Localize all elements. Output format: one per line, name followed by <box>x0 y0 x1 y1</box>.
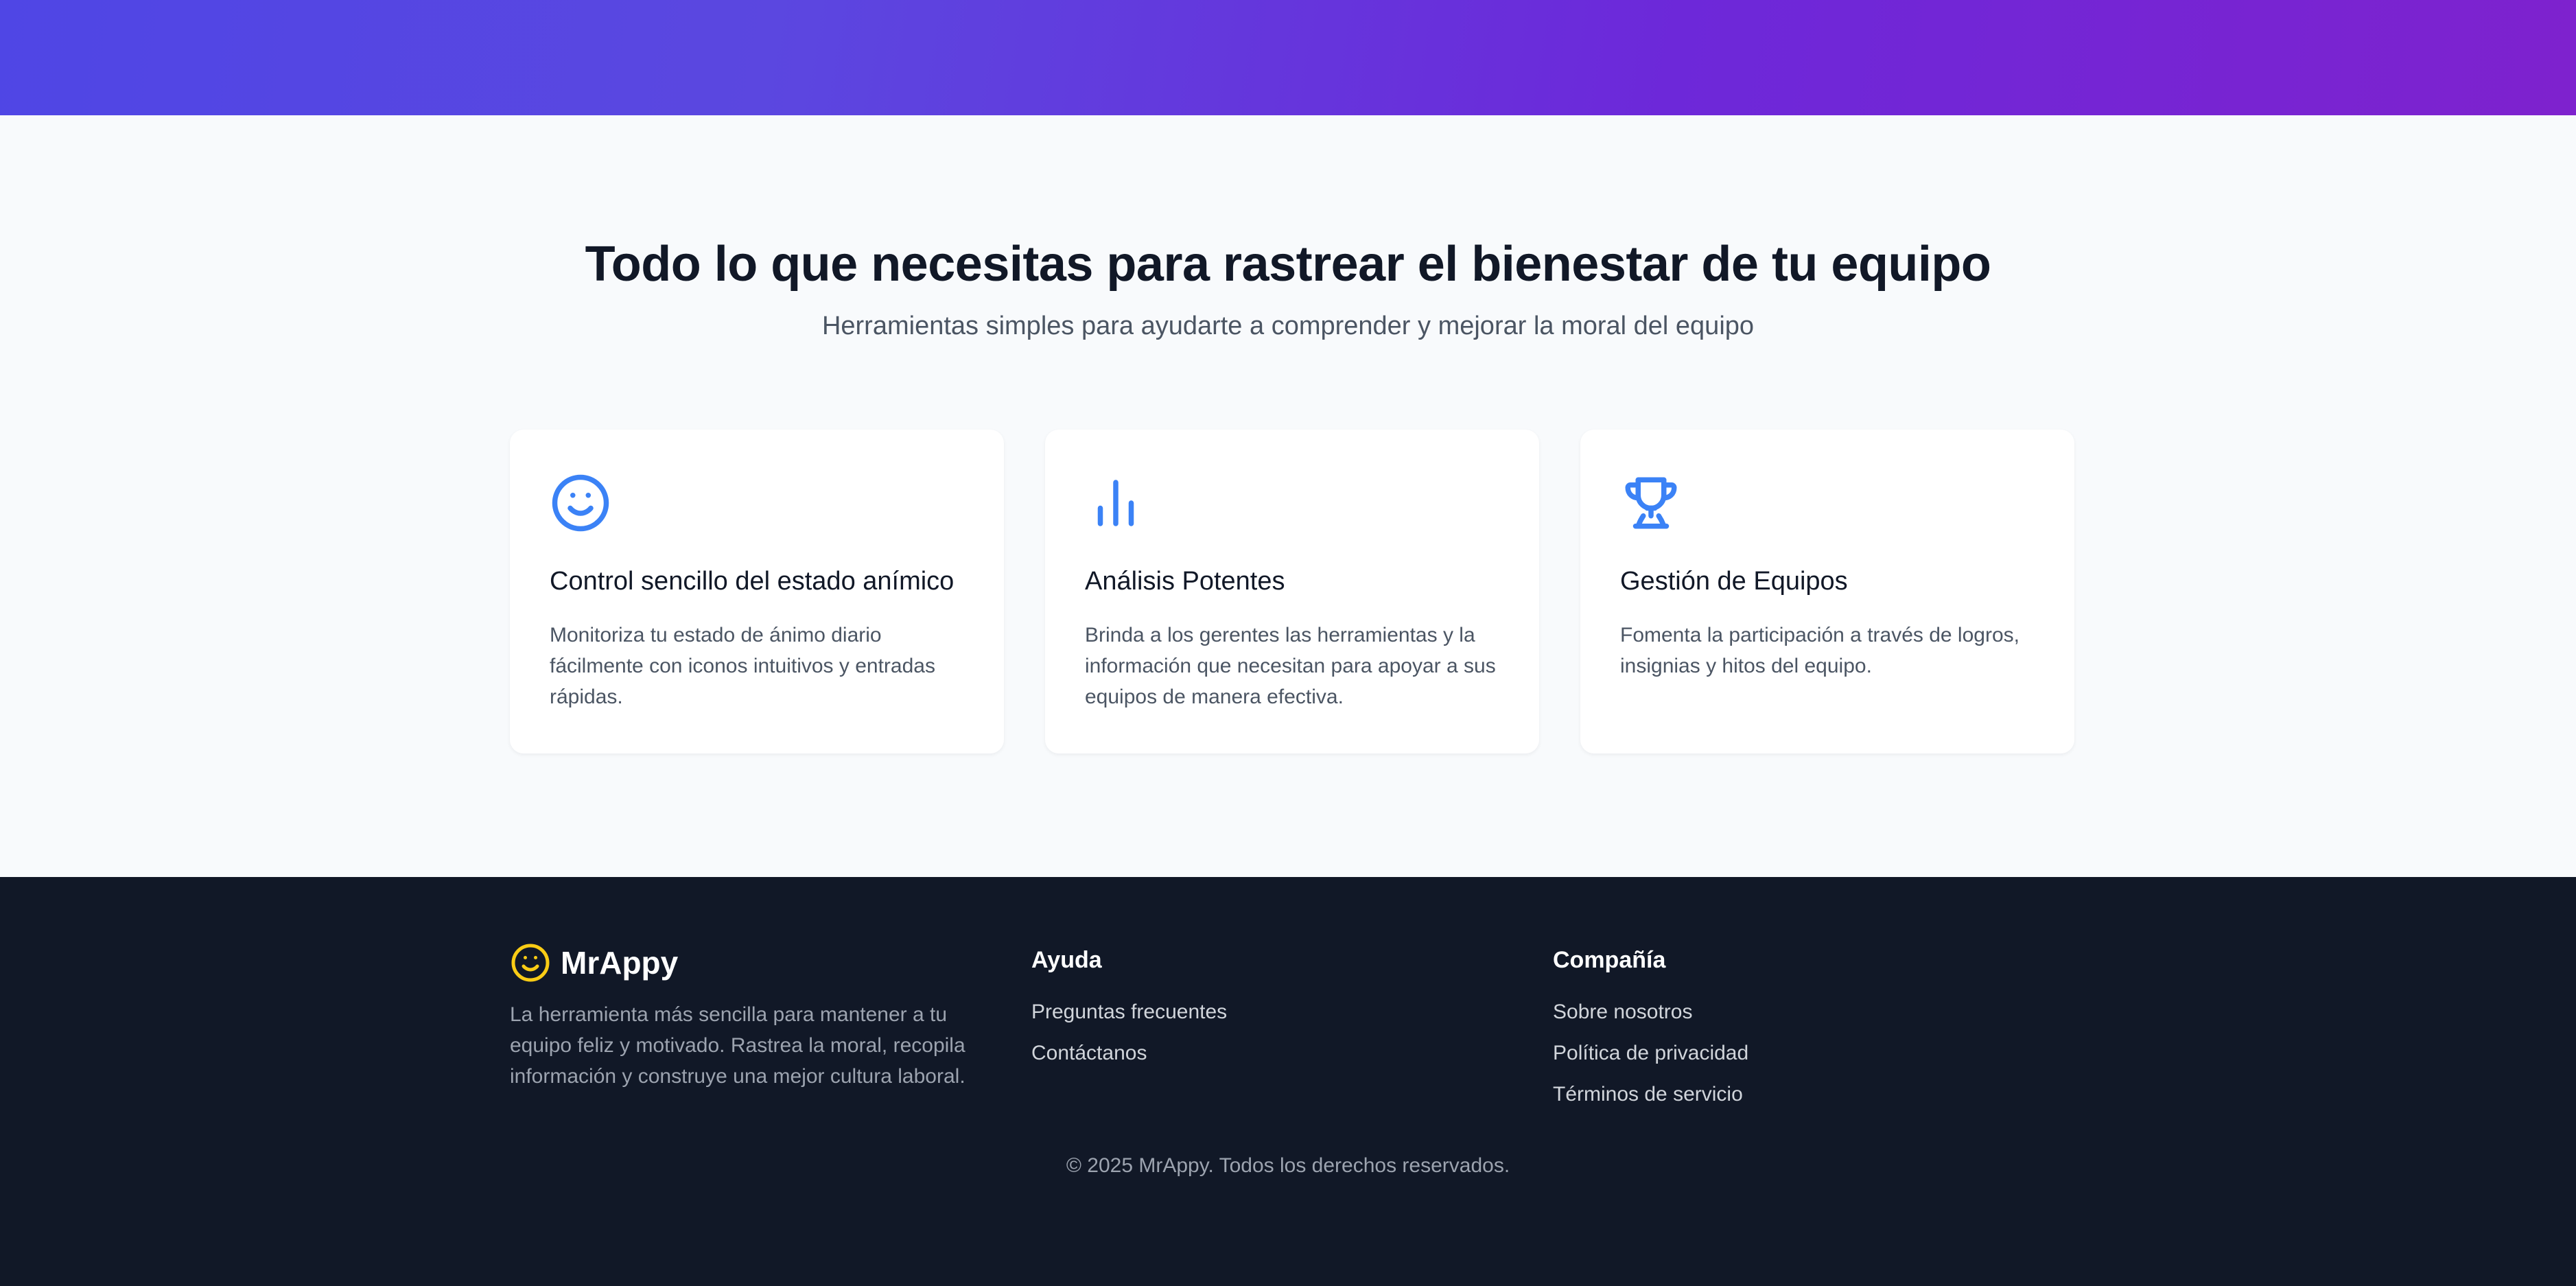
footer-link-contact[interactable]: Contáctanos <box>1031 1033 1553 1074</box>
brand-description: La herramienta más sencilla para mantene… <box>510 1003 965 1088</box>
features-section: Todo lo que necesitas para rastrear el b… <box>0 115 2576 877</box>
smile-icon <box>510 942 551 983</box>
feature-card-analytics: Análisis Potentes Brinda a los gerentes … <box>1045 430 1539 753</box>
feature-card-title: Gestión de Equipos <box>1620 567 1848 596</box>
feature-card-title: Análisis Potentes <box>1085 567 1285 596</box>
footer-link-faq[interactable]: Preguntas frecuentes <box>1031 992 1553 1033</box>
bar-chart-icon <box>1085 472 1147 534</box>
feature-card-teams: Gestión de Equipos Fomenta la participac… <box>1580 430 2074 753</box>
smile-icon <box>550 472 611 534</box>
features-title: Todo lo que necesitas para rastrear el b… <box>585 237 1991 292</box>
footer-company-column: Compañía Sobre nosotros Política de priv… <box>1553 939 2074 1115</box>
footer-help-links: Preguntas frecuentes Contáctanos <box>1031 992 1553 1074</box>
footer-brand: MrAppy La herramienta más sencilla para … <box>510 939 1031 1115</box>
footer-company-heading: Compañía <box>1553 947 1666 973</box>
brand-name: MrAppy <box>561 945 679 981</box>
footer-company-links: Sobre nosotros Política de privacidad Té… <box>1553 992 2074 1115</box>
footer-link-about[interactable]: Sobre nosotros <box>1553 992 2074 1033</box>
feature-card-mood: Control sencillo del estado anímico Moni… <box>510 430 1004 753</box>
feature-cards: Control sencillo del estado anímico Moni… <box>510 430 2074 753</box>
trophy-icon <box>1620 472 1682 534</box>
footer-help-column: Ayuda Preguntas frecuentes Contáctanos <box>1031 939 1553 1115</box>
hero-banner <box>0 0 2576 115</box>
features-subtitle: Herramientas simples para ayudarte a com… <box>821 312 1755 340</box>
feature-card-description: Fomenta la participación a través de log… <box>1620 624 2019 677</box>
footer-help-heading: Ayuda <box>1031 947 1102 973</box>
feature-card-title: Control sencillo del estado anímico <box>550 567 955 596</box>
feature-card-description: Monitoriza tu estado de ánimo diario fác… <box>550 624 935 708</box>
footer-columns: MrAppy La herramienta más sencilla para … <box>510 939 2074 1115</box>
site-footer: MrAppy La herramienta más sencilla para … <box>0 877 2576 1286</box>
feature-card-description: Brinda a los gerentes las herramientas y… <box>1085 624 1496 708</box>
footer-link-terms[interactable]: Términos de servicio <box>1553 1074 2074 1115</box>
footer-logo[interactable]: MrAppy <box>510 939 1031 987</box>
copyright: © 2025 MrAppy. Todos los derechos reserv… <box>1066 1154 1510 1177</box>
footer-link-privacy[interactable]: Política de privacidad <box>1553 1033 2074 1074</box>
